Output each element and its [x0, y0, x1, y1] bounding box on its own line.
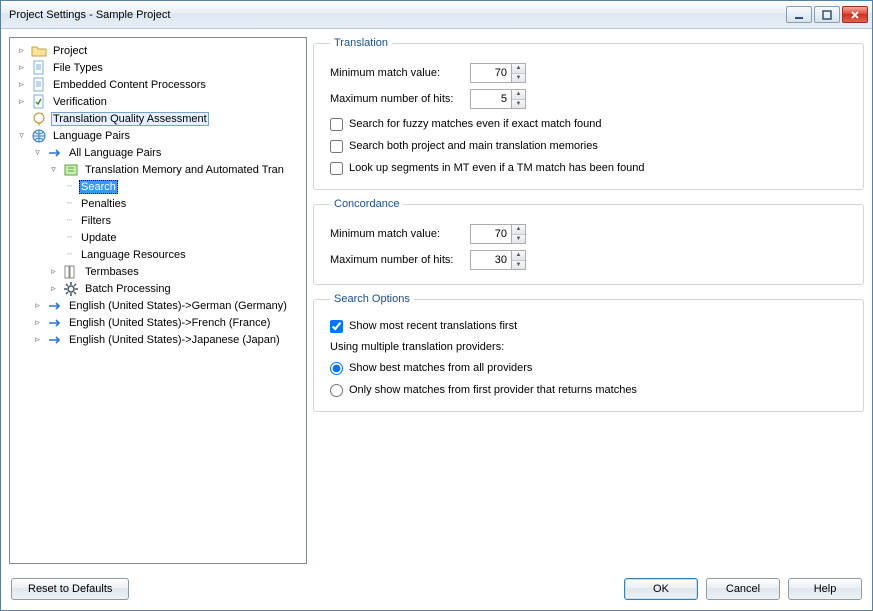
label-multi-providers: Using multiple translation providers: [330, 341, 853, 353]
settings-tree[interactable]: ▹Project ▹File Types ▹Embedded Content P… [9, 37, 307, 564]
tree-item-search: ┄Search [62, 178, 306, 195]
tree-item-all-language-pairs: ▿All Language Pairs ▿Translation Memory … [30, 144, 306, 297]
label-trans-max-hits: Maximum number of hits: [330, 93, 470, 105]
document-icon [31, 77, 47, 93]
spin-down-icon[interactable]: ▼ [512, 235, 525, 244]
arrow-right-icon [47, 315, 63, 331]
tm-icon [63, 162, 79, 178]
window-title: Project Settings - Sample Project [9, 9, 784, 21]
dialog-footer: Reset to Defaults OK Cancel Help [1, 572, 872, 610]
tree-item-pair-fr: ▹English (United States)->French (France… [30, 314, 306, 331]
chevron-down-icon[interactable]: ▿ [16, 130, 27, 141]
tree-item-pair-ja: ▹English (United States)->Japanese (Japa… [30, 331, 306, 348]
tree-item-verification: ▹Verification [14, 93, 306, 110]
arrow-right-icon [47, 298, 63, 314]
radio-first-provider[interactable]: Only show matches from first provider th… [330, 379, 853, 401]
chevron-right-icon[interactable]: ▹ [32, 317, 43, 328]
badge-icon [31, 111, 47, 127]
chevron-down-icon[interactable]: ▿ [32, 147, 43, 158]
maximize-button[interactable] [814, 6, 840, 23]
gear-icon [63, 281, 79, 297]
chk-fuzzy[interactable]: Search for fuzzy matches even if exact m… [330, 113, 853, 135]
spin-up-icon[interactable]: ▲ [512, 225, 525, 235]
spin-up-icon[interactable]: ▲ [512, 64, 525, 74]
tree-item-termbases: ▹Termbases [46, 263, 306, 280]
chk-both-memories[interactable]: Search both project and main translation… [330, 135, 853, 157]
chk-show-recent[interactable]: Show most recent translations first [330, 315, 853, 337]
legend-translation: Translation [330, 37, 392, 49]
group-translation: Translation Minimum match value: ▲▼ Maxi… [313, 37, 864, 190]
conc-max-hits-input[interactable] [471, 251, 511, 269]
spin-up-icon[interactable]: ▲ [512, 251, 525, 261]
tree-item-file-types: ▹File Types [14, 59, 306, 76]
tree-item-filters: ┄Filters [62, 212, 306, 229]
titlebar[interactable]: Project Settings - Sample Project [1, 1, 872, 29]
conc-max-hits-spinner[interactable]: ▲▼ [470, 250, 526, 270]
tree-item-penalties: ┄Penalties [62, 195, 306, 212]
legend-concordance: Concordance [330, 198, 403, 210]
trans-max-hits-spinner[interactable]: ▲▼ [470, 89, 526, 109]
folder-open-icon [31, 43, 47, 59]
arrow-right-icon [47, 145, 63, 161]
tree-item-pair-de: ▹English (United States)->German (German… [30, 297, 306, 314]
chevron-right-icon[interactable]: ▹ [32, 300, 43, 311]
chevron-right-icon[interactable]: ▹ [16, 96, 27, 107]
chk-mt-lookup[interactable]: Look up segments in MT even if a TM matc… [330, 157, 853, 179]
arrow-right-icon [47, 332, 63, 348]
tree-item-tm-automated: ▿Translation Memory and Automated Tran ┄… [46, 161, 306, 263]
document-icon [31, 60, 47, 76]
spin-down-icon[interactable]: ▼ [512, 100, 525, 109]
tree-item-project: ▹Project [14, 42, 306, 59]
termbase-icon [63, 264, 79, 280]
conc-min-match-spinner[interactable]: ▲▼ [470, 224, 526, 244]
chevron-right-icon[interactable]: ▹ [48, 283, 59, 294]
tree-item-language-pairs: ▿Language Pairs ▿All Language Pairs ▿Tra… [14, 127, 306, 348]
chevron-right-icon[interactable]: ▹ [16, 62, 27, 73]
trans-min-match-input[interactable] [471, 64, 511, 82]
chevron-right-icon[interactable]: ▹ [48, 266, 59, 277]
ok-button[interactable]: OK [624, 578, 698, 600]
chevron-right-icon[interactable]: ▹ [16, 45, 27, 56]
minimize-button[interactable] [786, 6, 812, 23]
chevron-right-icon[interactable]: ▹ [16, 79, 27, 90]
check-document-icon [31, 94, 47, 110]
spin-down-icon[interactable]: ▼ [512, 261, 525, 270]
cancel-button[interactable]: Cancel [706, 578, 780, 600]
group-search-options: Search Options Show most recent translat… [313, 293, 864, 412]
content-pane: Translation Minimum match value: ▲▼ Maxi… [313, 37, 864, 564]
tree-item-tqa: ▹Translation Quality Assessment [14, 110, 306, 127]
close-button[interactable] [842, 6, 868, 23]
conc-min-match-input[interactable] [471, 225, 511, 243]
tree-item-embedded: ▹Embedded Content Processors [14, 76, 306, 93]
help-button[interactable]: Help [788, 578, 862, 600]
globe-icon [31, 128, 47, 144]
spin-down-icon[interactable]: ▼ [512, 74, 525, 83]
trans-min-match-spinner[interactable]: ▲▼ [470, 63, 526, 83]
dialog-window: Project Settings - Sample Project ▹Proje… [0, 0, 873, 611]
radio-best-matches[interactable]: Show best matches from all providers [330, 357, 853, 379]
trans-max-hits-input[interactable] [471, 90, 511, 108]
label-conc-min-match: Minimum match value: [330, 228, 470, 240]
tree-item-update: ┄Update [62, 229, 306, 246]
spin-up-icon[interactable]: ▲ [512, 90, 525, 100]
tree-item-lang-resources: ┄Language Resources [62, 246, 306, 263]
tree-item-batch: ▹Batch Processing [46, 280, 306, 297]
chevron-right-icon[interactable]: ▹ [32, 334, 43, 345]
legend-search-options: Search Options [330, 293, 414, 305]
label-trans-min-match: Minimum match value: [330, 67, 470, 79]
group-concordance: Concordance Minimum match value: ▲▼ Maxi… [313, 198, 864, 285]
chevron-down-icon[interactable]: ▿ [48, 164, 59, 175]
reset-defaults-button[interactable]: Reset to Defaults [11, 578, 129, 600]
label-conc-max-hits: Maximum number of hits: [330, 254, 470, 266]
